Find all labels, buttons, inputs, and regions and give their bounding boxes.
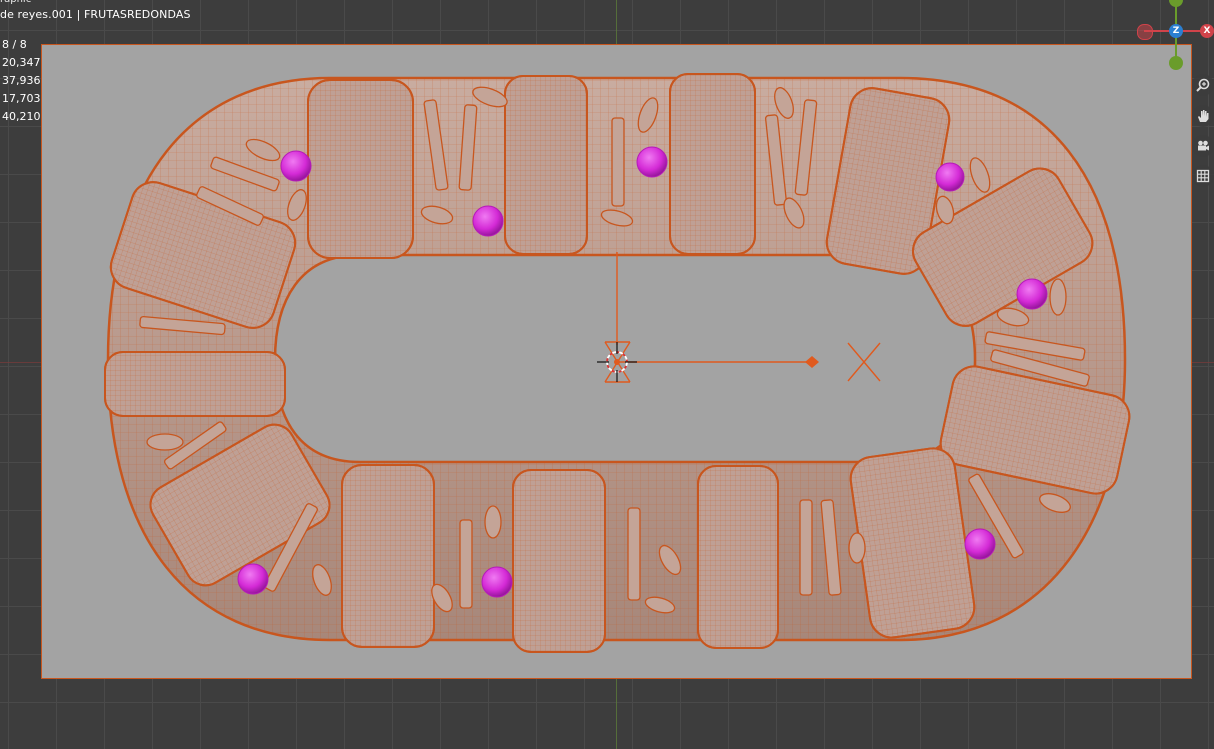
scene-statistics: 8 / 8 20,347 37,936 17,703 40,210 [2,36,41,126]
zoom-icon[interactable] [1192,74,1214,96]
scene-title: de reyes.001 | FRUTASREDONDAS [0,8,191,21]
stat-faces: 17,703 [2,92,41,105]
neg-x-axis-handle[interactable] [1137,24,1153,40]
x-axis-handle[interactable]: X [1200,24,1214,38]
y-axis-handle[interactable] [1169,56,1183,70]
stat-edges: 37,936 [2,74,41,87]
hand-pan-icon[interactable] [1192,105,1214,127]
3d-cursor [597,342,637,382]
grid-icon[interactable] [1192,165,1214,187]
scene-render [104,73,1131,653]
stat-triangles: 40,210 [2,110,41,123]
3d-viewport[interactable]: raphic de reyes.001 | FRUTASREDONDAS 8 /… [0,0,1214,749]
stat-vertices: 20,347 [2,56,41,69]
z-axis-handle[interactable]: Z [1169,24,1183,38]
header-fragment: raphic [0,0,31,5]
stat-objects: 8 / 8 [2,38,27,51]
object-origin-gizmo[interactable] [604,252,881,383]
camera-icon[interactable] [1192,135,1214,157]
